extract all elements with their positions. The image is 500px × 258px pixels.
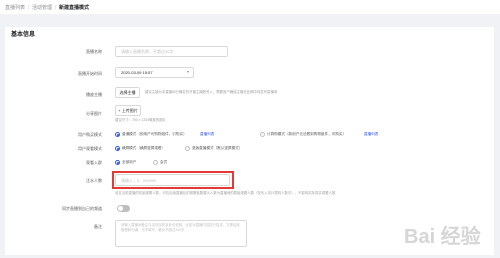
watch-mode-option-horizontal: 横屏模式（横屏竖屏观看） bbox=[122, 146, 166, 150]
remark-placeholder: 请输入直播间备注与活动目的及补充说明，比如对直播内容进行描述，方便后续管理和沟通… bbox=[121, 223, 240, 232]
breadcrumb-separator: / bbox=[55, 5, 57, 11]
select-anchor-button[interactable]: 选择主播 bbox=[115, 87, 140, 98]
highlight-box bbox=[112, 171, 234, 189]
sync-toggle[interactable] bbox=[117, 205, 130, 212]
name-label: 直播名称 bbox=[86, 49, 102, 54]
watch-mode-label: 用户观看模式 bbox=[78, 146, 102, 151]
breadcrumb-item-live-list[interactable]: 直播列表 bbox=[5, 5, 25, 11]
section-title: 基本信息 bbox=[11, 32, 36, 38]
share-image-label: 分享图片 bbox=[86, 111, 102, 116]
breadcrumb-item-activity[interactable]: 活动管理 bbox=[32, 5, 52, 11]
sync-label: 同步直播到自己的频道 bbox=[62, 206, 102, 211]
watch-mode-radio-vertical[interactable] bbox=[185, 146, 190, 151]
breadcrumb-separator: / bbox=[28, 5, 30, 11]
viewer-count-hint: 设定当前直播的初始观看人数，可在后续直播后的观看者数展示人数为直播间的原始观看人… bbox=[115, 191, 336, 195]
order-mode-radio-normal[interactable] bbox=[115, 132, 120, 137]
upload-image-button[interactable]: + 上传图片 bbox=[115, 105, 141, 116]
remark-label: 备注 bbox=[94, 224, 102, 229]
watch-mode-radio-horizontal[interactable] bbox=[115, 146, 120, 151]
entry-label: 观看入群 bbox=[86, 160, 102, 165]
calendar-icon: ▾ bbox=[186, 69, 189, 74]
order-mode-radio-calc[interactable] bbox=[260, 132, 265, 137]
watch-mode-option-vertical: 竖版直播模式（默认竖屏模式） bbox=[192, 146, 243, 150]
entry-option-member: 会员 bbox=[160, 160, 168, 164]
remark-textarea[interactable]: 请输入直播间备注与活动目的及补充说明，比如对直播内容进行描述，方便后续管理和沟通… bbox=[115, 220, 247, 247]
entry-radio-all[interactable] bbox=[115, 160, 120, 165]
entry-radio-member[interactable] bbox=[153, 160, 158, 165]
anchor-hint: 建议主播为本直播间已确定的开播主播账号入，需要用户确保主播在此期中线发布直播间 bbox=[145, 90, 278, 94]
watermark-logo: Bai 经验 bbox=[404, 226, 481, 248]
live-name-input[interactable]: 请输入直播名称，不超过30字 bbox=[115, 46, 228, 57]
share-image-hint: 建议尺寸：750 × 1334像素的图片 bbox=[115, 118, 166, 122]
order-mode-option-normal: 普通模式（即用户可购物组件、引购买） bbox=[122, 132, 187, 136]
order-mode-label: 用户购买模式 bbox=[78, 132, 102, 137]
toggle-knob bbox=[118, 206, 123, 211]
start-time-label: 直播开始时间 bbox=[78, 71, 102, 76]
order-mode-option-calc: 计算购模式（新用户无法看到购物组件，可购买） bbox=[267, 132, 347, 136]
order-mode-link-1[interactable]: 直播列表 bbox=[200, 132, 214, 137]
form-panel bbox=[5, 27, 494, 255]
anchor-label: 播放主播 bbox=[86, 92, 102, 97]
start-time-picker[interactable]: 2020-03-09 15:57 ▾ bbox=[115, 67, 194, 78]
live-name-placeholder: 请输入直播名称，不超过30字 bbox=[121, 49, 174, 54]
viewer-count-label: 注水人数 bbox=[86, 178, 102, 183]
order-mode-link-2[interactable]: 直播列表 bbox=[364, 132, 378, 137]
breadcrumb-current: 新建直播模式 bbox=[59, 5, 90, 11]
start-time-value: 2020-03-09 15:57 bbox=[121, 70, 153, 75]
entry-option-all: 全部用户 bbox=[122, 160, 137, 164]
